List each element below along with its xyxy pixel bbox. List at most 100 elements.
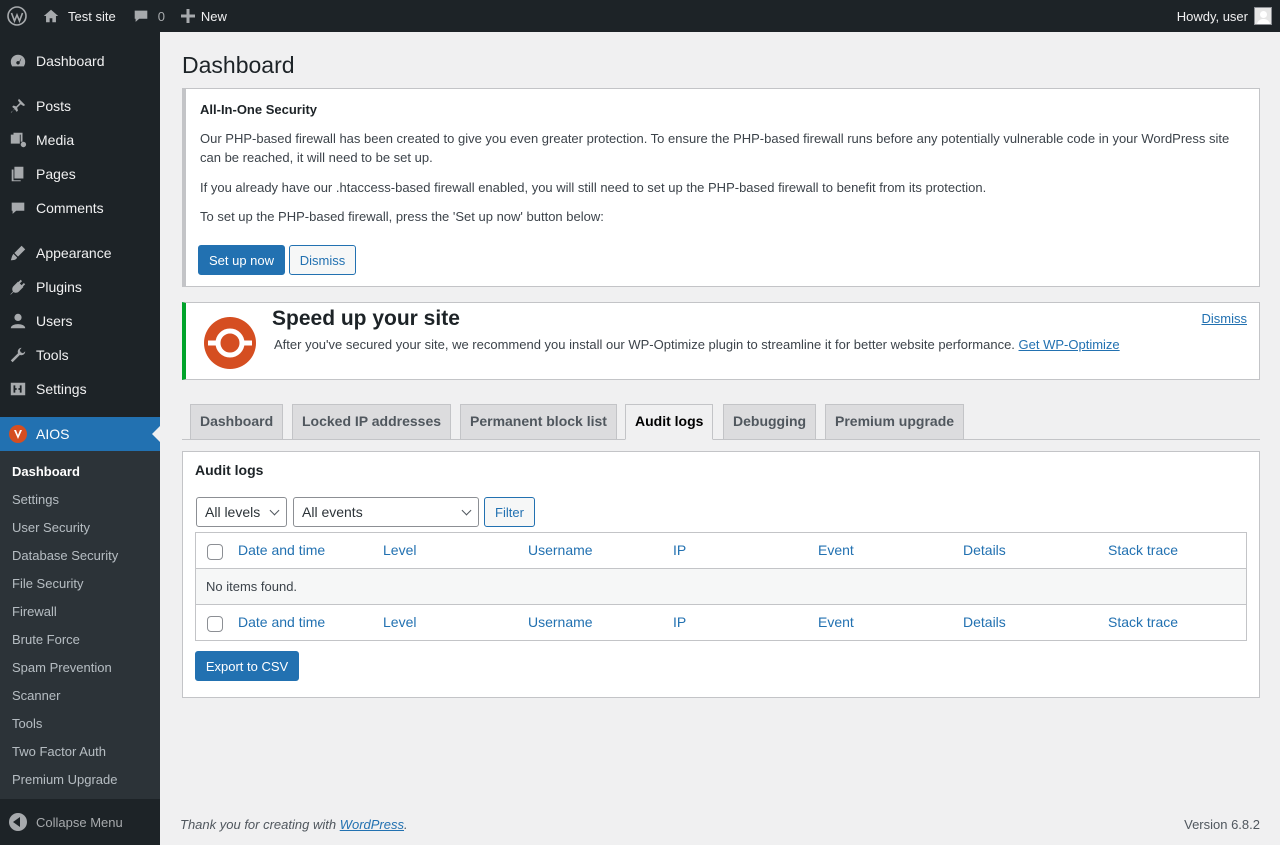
wrench-icon: [8, 345, 28, 365]
event-filter-select[interactable]: All events: [293, 497, 479, 527]
submenu-tools[interactable]: Tools: [0, 710, 160, 738]
column-date-and-time[interactable]: Date and time: [238, 533, 325, 568]
menu-plugins[interactable]: Plugins: [0, 270, 160, 304]
tab-locked-ip-addresses[interactable]: Locked IP addresses: [292, 404, 452, 439]
user-icon: [8, 311, 28, 331]
chevron-down-icon: [461, 505, 472, 516]
tab-premium-upgrade[interactable]: Premium upgrade: [825, 404, 965, 439]
collapse-arrow-icon: [9, 813, 27, 831]
site-name-link[interactable]: Test site: [34, 0, 124, 32]
submenu-brute-force[interactable]: Brute Force: [0, 626, 160, 654]
table-row: No items found.: [195, 568, 1247, 605]
submenu-file-security[interactable]: File Security: [0, 570, 160, 598]
submenu-dashboard[interactable]: Dashboard: [0, 458, 160, 486]
comment-icon: [8, 198, 28, 218]
column-stack-trace[interactable]: Stack trace: [1108, 533, 1178, 568]
menu-label: Comments: [36, 200, 104, 216]
menu-label: Appearance: [36, 245, 112, 261]
column-username[interactable]: Username: [528, 533, 593, 568]
table-header-row: Date and time Level Username IP Event De…: [195, 532, 1247, 569]
column-details[interactable]: Details: [963, 605, 1006, 640]
menu-comments[interactable]: Comments: [0, 191, 160, 225]
submenu-user-security[interactable]: User Security: [0, 514, 160, 542]
my-account-link[interactable]: Howdy, user: [1169, 0, 1280, 32]
table-footer-row: Date and time Level Username IP Event De…: [195, 604, 1247, 641]
notice-paragraph-2: If you already have our .htaccess-based …: [200, 180, 987, 195]
event-filter-value: All events: [302, 504, 363, 520]
column-event[interactable]: Event: [818, 533, 854, 568]
column-stack-trace[interactable]: Stack trace: [1108, 605, 1178, 640]
menu-users[interactable]: Users: [0, 304, 160, 338]
tabs-baseline: [182, 439, 1260, 440]
filter-button[interactable]: Filter: [484, 497, 535, 527]
notice-paragraph-1: Our PHP-based firewall has been created …: [200, 131, 1230, 165]
tab-permanent-block-list[interactable]: Permanent block list: [460, 404, 617, 439]
wp-optimize-logo-icon: [204, 317, 256, 369]
wordpress-link[interactable]: WordPress: [340, 817, 404, 832]
tab-dashboard[interactable]: Dashboard: [190, 404, 284, 439]
dismiss-firewall-notice-button[interactable]: Dismiss: [289, 245, 356, 275]
column-level[interactable]: Level: [383, 605, 416, 640]
export-csv-button[interactable]: Export to CSV: [195, 651, 299, 681]
tab-debugging[interactable]: Debugging: [723, 404, 817, 439]
column-event[interactable]: Event: [818, 605, 854, 640]
audit-logs-panel: Audit logs All levels All events Filter …: [182, 451, 1260, 698]
column-level[interactable]: Level: [383, 533, 416, 568]
footer-thanks-suffix: .: [404, 817, 408, 832]
settings-icon: [8, 379, 28, 399]
submenu-two-factor-auth[interactable]: Two Factor Auth: [0, 738, 160, 766]
site-name-label: Test site: [68, 8, 116, 24]
level-filter-select[interactable]: All levels: [196, 497, 287, 527]
footer-thanks: Thank you for creating with WordPress.: [180, 817, 408, 832]
submenu-spam-prevention[interactable]: Spam Prevention: [0, 654, 160, 682]
menu-dashboard[interactable]: Dashboard: [0, 44, 160, 78]
column-username[interactable]: Username: [528, 605, 593, 640]
collapse-menu-button[interactable]: Collapse Menu: [0, 805, 160, 839]
submenu-database-security[interactable]: Database Security: [0, 542, 160, 570]
select-all-checkbox-footer[interactable]: [207, 616, 223, 632]
wordpress-logo-icon[interactable]: [0, 0, 34, 32]
admin-bar: Test site 0 New Howdy, user: [0, 0, 1280, 32]
column-date-and-time[interactable]: Date and time: [238, 605, 325, 640]
select-all-checkbox[interactable]: [207, 544, 223, 560]
submenu-firewall[interactable]: Firewall: [0, 598, 160, 626]
howdy-label: Howdy, user: [1176, 8, 1248, 24]
level-filter-value: All levels: [205, 504, 261, 520]
plug-icon: [8, 277, 28, 297]
pages-icon: [8, 164, 28, 184]
notice-title: All-In-One Security: [200, 102, 318, 117]
menu-tools[interactable]: Tools: [0, 338, 160, 372]
no-items-message: No items found.: [206, 579, 298, 594]
notice-text: After you've secured your site, we recom…: [274, 337, 1120, 352]
plus-icon: [180, 9, 195, 23]
tab-audit-logs[interactable]: Audit logs: [625, 404, 714, 440]
notice-title: Speed up your site: [272, 307, 460, 330]
setup-now-button[interactable]: Set up now: [198, 245, 285, 275]
pin-icon: [8, 96, 28, 116]
notice-paragraph-3: To set up the PHP-based firewall, press …: [200, 209, 604, 224]
column-ip[interactable]: IP: [673, 533, 686, 568]
footer-thanks-prefix: Thank you for creating with: [180, 817, 340, 832]
current-menu-arrow: [152, 426, 160, 442]
new-content-link[interactable]: New: [173, 0, 235, 32]
home-icon: [43, 9, 59, 23]
column-details[interactable]: Details: [963, 533, 1006, 568]
dismiss-wp-optimize-link[interactable]: Dismiss: [1202, 311, 1248, 326]
submenu-settings[interactable]: Settings: [0, 486, 160, 514]
aios-firewall-notice: All-In-One Security Our PHP-based firewa…: [182, 88, 1260, 287]
get-wp-optimize-link[interactable]: Get WP-Optimize: [1019, 337, 1120, 352]
menu-pages[interactable]: Pages: [0, 157, 160, 191]
submenu-scanner[interactable]: Scanner: [0, 682, 160, 710]
menu-posts[interactable]: Posts: [0, 89, 160, 123]
footer-version: Version 6.8.2: [1184, 817, 1260, 832]
menu-media[interactable]: Media: [0, 123, 160, 157]
menu-settings[interactable]: Settings: [0, 372, 160, 406]
menu-label: AIOS: [36, 426, 70, 442]
comments-count: 0: [157, 8, 165, 24]
comments-link[interactable]: 0: [124, 0, 173, 32]
column-ip[interactable]: IP: [673, 605, 686, 640]
wp-optimize-notice: Speed up your site After you've secured …: [182, 302, 1260, 380]
menu-appearance[interactable]: Appearance: [0, 236, 160, 270]
submenu-premium-upgrade[interactable]: Premium Upgrade: [0, 766, 160, 794]
menu-aios[interactable]: AIOS: [0, 417, 160, 451]
